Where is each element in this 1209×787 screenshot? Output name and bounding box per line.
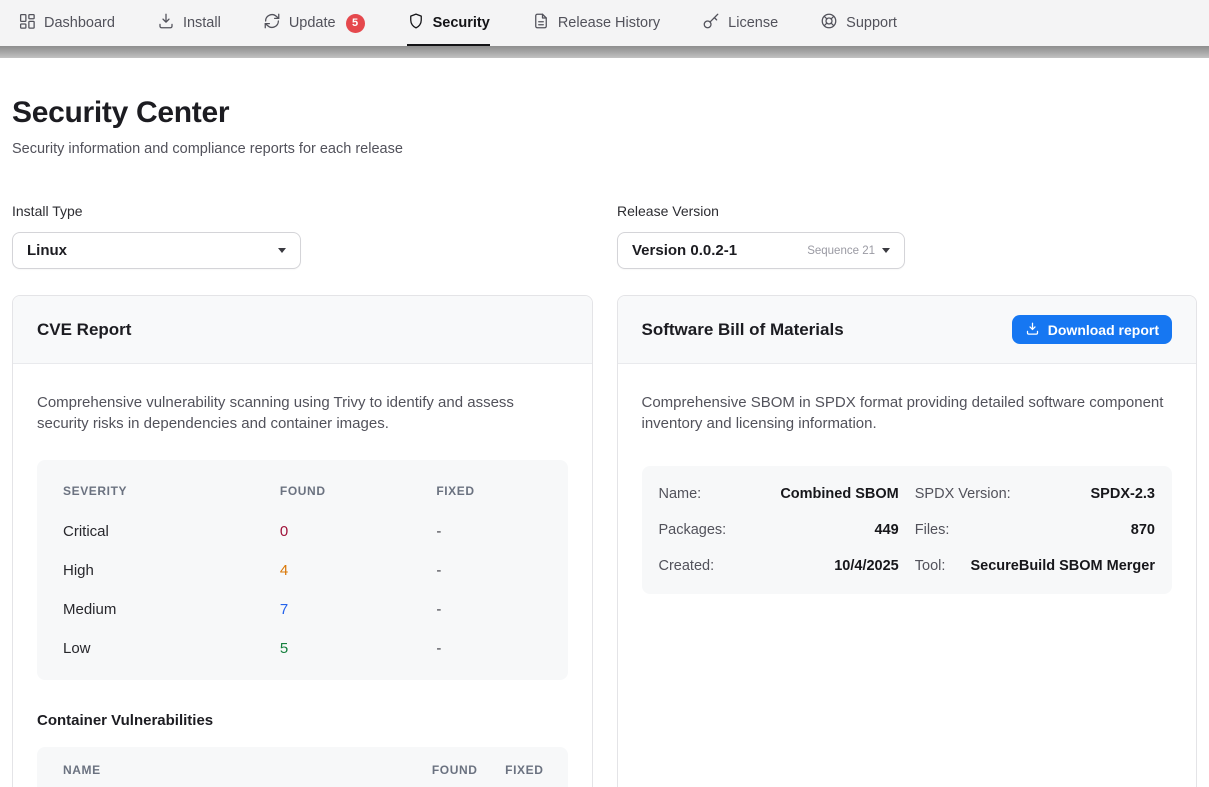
cve-report-title: CVE Report	[37, 320, 131, 340]
refresh-icon	[263, 12, 281, 34]
fixed-count: -	[436, 601, 567, 618]
detail-label: Created:	[659, 558, 715, 574]
nav-item-label: License	[728, 15, 778, 31]
found-col-header: FOUND	[280, 484, 436, 498]
fixed-col-header: FIXED	[436, 484, 567, 498]
fixed-count: -	[436, 640, 567, 657]
found-count: 4	[280, 562, 436, 579]
nav-item-label: Dashboard	[44, 15, 115, 31]
install-type-value: Linux	[27, 242, 67, 259]
detail-row-packages: Packages: 449	[659, 512, 899, 548]
release-sequence-label: Sequence 21	[807, 245, 875, 257]
detail-label: Files:	[915, 522, 950, 538]
detail-row-name: Name: Combined SBOM	[659, 476, 899, 512]
detail-row-spdx-version: SPDX Version: SPDX-2.3	[915, 476, 1155, 512]
detail-row-created: Created: 10/4/2025	[659, 548, 899, 584]
sbom-details-panel: Name: Combined SBOM SPDX Version: SPDX-2…	[642, 466, 1173, 594]
container-vulnerabilities-title: Container Vulnerabilities	[37, 712, 568, 729]
shield-icon	[407, 12, 425, 34]
detail-label: Name:	[659, 486, 702, 502]
download-report-button[interactable]: Download report	[1012, 315, 1172, 344]
nav-item-support[interactable]: Support	[820, 0, 897, 46]
severity-name: Critical	[63, 523, 280, 540]
cve-report-card-header: CVE Report	[13, 296, 592, 364]
found-col-header: FOUND	[386, 763, 478, 777]
lifebuoy-icon	[820, 12, 838, 34]
page-title: Security Center	[12, 96, 1197, 130]
severity-name: Medium	[63, 601, 280, 618]
detail-value: 449	[875, 522, 899, 538]
found-count: 0	[280, 523, 436, 540]
nav-item-dashboard[interactable]: Dashboard	[18, 0, 115, 46]
release-version-select[interactable]: Version 0.0.2-1 Sequence 21	[617, 232, 905, 269]
fixed-count: -	[436, 562, 567, 579]
detail-value: 10/4/2025	[834, 558, 899, 574]
nav-item-license[interactable]: License	[702, 0, 778, 46]
detail-value: Combined SBOM	[780, 486, 898, 502]
install-type-label: Install Type	[12, 203, 617, 219]
table-row-critical: Critical 0 -	[37, 512, 568, 551]
page-subtitle: Security information and compliance repo…	[12, 141, 1197, 157]
nav-item-update[interactable]: Update 5	[263, 0, 365, 46]
fixed-count: -	[436, 523, 567, 540]
dashboard-icon	[18, 12, 36, 34]
severity-table-header: SEVERITY FOUND FIXED	[37, 466, 568, 512]
severity-name: High	[63, 562, 280, 579]
document-icon	[532, 12, 550, 34]
cve-report-card: CVE Report Comprehensive vulnerability s…	[12, 295, 593, 787]
top-nav: Dashboard Install Update 5 Security Rele…	[0, 0, 1209, 46]
detail-label: SPDX Version:	[915, 486, 1011, 502]
download-report-label: Download report	[1048, 322, 1159, 338]
nav-item-label: Support	[846, 15, 897, 31]
sbom-title: Software Bill of Materials	[642, 320, 844, 340]
nav-item-label: Install	[183, 15, 221, 31]
sbom-card-header: Software Bill of Materials Download repo…	[618, 296, 1197, 364]
nav-item-security[interactable]: Security	[407, 0, 490, 46]
nav-item-label: Release History	[558, 15, 660, 31]
nav-item-install[interactable]: Install	[157, 0, 221, 46]
table-row-high: High 4 -	[37, 551, 568, 590]
chevron-down-icon	[882, 248, 890, 253]
detail-value: SecureBuild SBOM Merger	[970, 558, 1155, 574]
found-count: 5	[280, 640, 436, 657]
nav-item-label: Security	[433, 15, 490, 31]
download-icon	[157, 12, 175, 34]
nav-item-release-history[interactable]: Release History	[532, 0, 660, 46]
chevron-down-icon	[278, 248, 286, 253]
release-version-label: Release Version	[617, 203, 905, 219]
nav-item-label: Update	[289, 15, 336, 31]
scroll-shadow-strip	[0, 46, 1209, 58]
severity-col-header: SEVERITY	[63, 484, 280, 498]
detail-label: Packages:	[659, 522, 727, 538]
severity-table: SEVERITY FOUND FIXED Critical 0 - High 4…	[37, 460, 568, 680]
key-icon	[702, 12, 720, 34]
severity-name: Low	[63, 640, 280, 657]
detail-label: Tool:	[915, 558, 946, 574]
update-count-badge: 5	[346, 14, 365, 33]
fixed-col-header: FIXED	[478, 763, 544, 777]
cve-report-description: Comprehensive vulnerability scanning usi…	[37, 392, 567, 434]
sbom-description: Comprehensive SBOM in SPDX format provid…	[642, 392, 1172, 434]
name-col-header: NAME	[63, 763, 386, 777]
sbom-card: Software Bill of Materials Download repo…	[617, 295, 1198, 787]
detail-value: SPDX-2.3	[1091, 486, 1155, 502]
detail-value: 870	[1131, 522, 1155, 538]
table-row-low: Low 5 -	[37, 629, 568, 668]
release-version-value: Version 0.0.2-1	[632, 242, 737, 259]
download-icon	[1025, 321, 1040, 339]
filters-row: Install Type Linux Release Version Versi…	[12, 203, 1197, 269]
detail-row-tool: Tool: SecureBuild SBOM Merger	[915, 548, 1155, 584]
table-row-medium: Medium 7 -	[37, 590, 568, 629]
detail-row-files: Files: 870	[915, 512, 1155, 548]
install-type-select[interactable]: Linux	[12, 232, 301, 269]
found-count: 7	[280, 601, 436, 618]
container-table-header: NAME FOUND FIXED	[37, 747, 568, 787]
